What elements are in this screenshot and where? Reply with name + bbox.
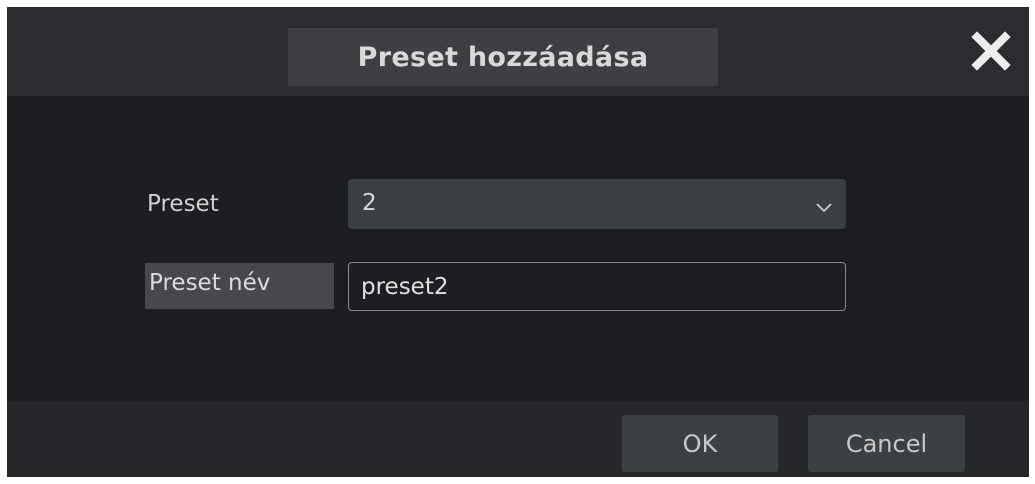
close-button[interactable]: [969, 29, 1013, 73]
close-icon: [971, 31, 1011, 71]
preset-select-value: 2: [362, 190, 377, 216]
dialog-title: Preset hozzáadása: [288, 28, 718, 86]
preset-name-input[interactable]: [348, 262, 846, 311]
dialog-footer: OK Cancel: [7, 401, 1029, 477]
dialog-titlebar: Preset hozzáadása: [7, 7, 1029, 96]
cancel-button[interactable]: Cancel: [808, 415, 965, 472]
ok-button[interactable]: OK: [622, 415, 778, 472]
add-preset-dialog: Preset hozzáadása Preset 2 Preset név OK…: [7, 7, 1029, 477]
preset-label: Preset: [147, 191, 219, 217]
chevron-down-icon: [816, 198, 832, 217]
preset-name-label: Preset név: [145, 263, 334, 309]
preset-select[interactable]: 2: [348, 179, 846, 229]
